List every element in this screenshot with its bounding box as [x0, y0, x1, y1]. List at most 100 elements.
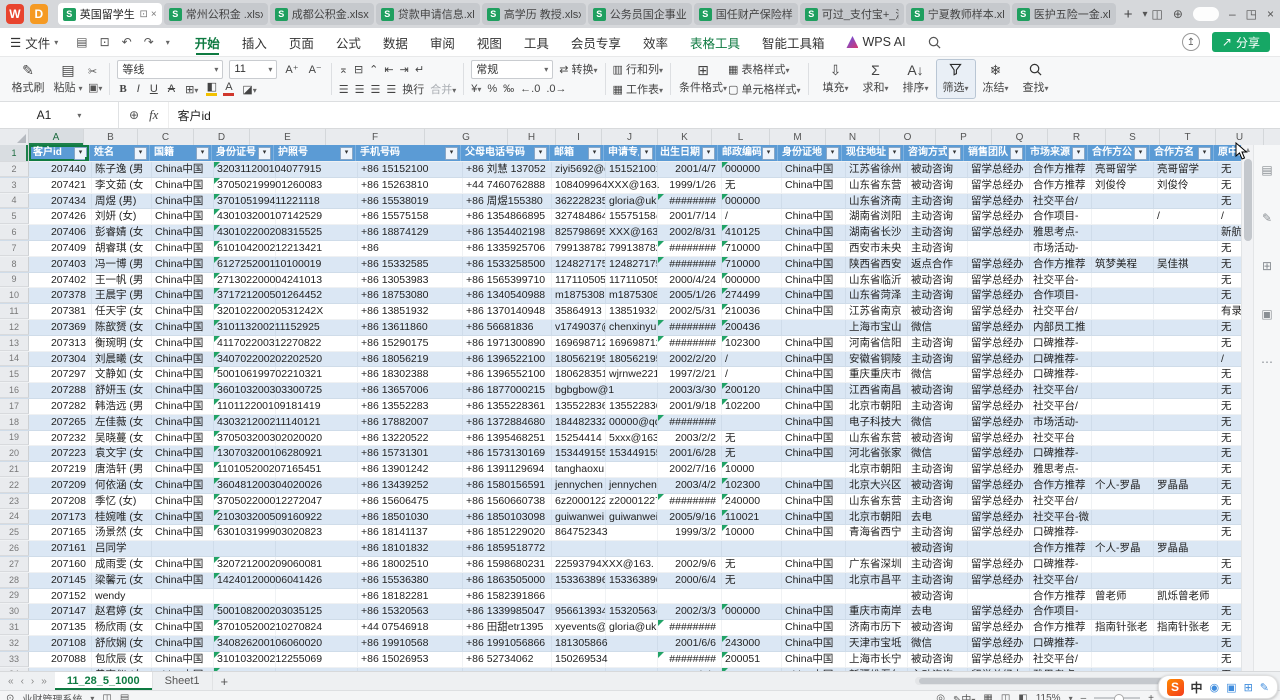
grid-cell[interactable]: China中国: [152, 304, 214, 319]
grid-cell[interactable]: 微信: [908, 320, 968, 335]
grid-cell[interactable]: 内部员工推: [1030, 320, 1092, 335]
grid-cell[interactable]: 合作方推荐: [1030, 257, 1092, 272]
grid-cell[interactable]: [1092, 383, 1154, 398]
grid-cell[interactable]: +86 1391129694: [463, 462, 552, 477]
font-color-button[interactable]: A: [223, 82, 234, 96]
grid-cell[interactable]: 117110505: [606, 273, 658, 288]
grid-cell[interactable]: +86 1339985047: [463, 604, 552, 619]
grid-cell[interactable]: [1092, 336, 1154, 351]
grid-cell[interactable]: 430102200208315525: [214, 225, 276, 240]
grid-cell[interactable]: 社交平台/: [1030, 399, 1092, 414]
sheet-tab-11_28_5_1000[interactable]: 11_28_5_1000: [55, 672, 153, 690]
grid-cell[interactable]: 207403: [29, 257, 92, 272]
grid-cell[interactable]: 207088: [29, 652, 92, 667]
grid-cell[interactable]: 罗晶晶: [1154, 541, 1218, 556]
grid-cell[interactable]: 胡睿琪 (女: [92, 241, 152, 256]
grid-cell[interactable]: 留学总经办: [968, 352, 1030, 367]
grid-cell[interactable]: [1154, 652, 1218, 667]
grid-cell[interactable]: 社交平台/: [1030, 494, 1092, 509]
grid-cell[interactable]: 无: [1218, 462, 1242, 477]
row-number[interactable]: 5: [0, 209, 29, 224]
grid-cell[interactable]: 无: [1218, 320, 1242, 335]
fx-icon[interactable]: fx: [149, 107, 158, 123]
grid-cell[interactable]: 李文茹 (女: [92, 178, 152, 193]
grid-cell[interactable]: 无: [1218, 241, 1242, 256]
grid-cell[interactable]: ########: [658, 320, 722, 335]
grid-cell[interactable]: 主动咨询: [908, 494, 968, 509]
grid-cell[interactable]: [1154, 383, 1218, 398]
grid-cell[interactable]: +86 13611860: [358, 320, 463, 335]
grid-cell[interactable]: [276, 541, 358, 556]
grid-cell[interactable]: China中国: [782, 604, 846, 619]
grid-cell[interactable]: 207147: [29, 604, 92, 619]
menu-item-审阅[interactable]: 审阅: [419, 28, 466, 56]
grid-cell[interactable]: 吕同学: [92, 541, 152, 556]
grid-cell[interactable]: 无: [722, 431, 782, 446]
column-letter-F[interactable]: F: [326, 129, 425, 145]
row-number[interactable]: 30: [0, 604, 29, 619]
prev-sheet-icon[interactable]: ‹: [21, 676, 24, 687]
lang-edit-icon[interactable]: ✎中▾: [953, 691, 975, 700]
grid-cell[interactable]: +44 07546918: [358, 620, 463, 635]
status-list-icon[interactable]: ▤: [120, 693, 129, 700]
grid-cell[interactable]: 唐浩轩 (男: [92, 462, 152, 477]
grid-cell[interactable]: China中国: [782, 620, 846, 635]
grid-cell[interactable]: 无: [722, 573, 782, 588]
grid-cell[interactable]: 207152: [29, 589, 92, 604]
justify-icon[interactable]: ☰: [386, 83, 396, 96]
grid-cell[interactable]: 207209: [29, 478, 92, 493]
grid-cell[interactable]: [1154, 352, 1218, 367]
grid-cell[interactable]: 合作方推荐: [1030, 478, 1092, 493]
header-cell-Q[interactable]: 合作方公▾: [1088, 145, 1150, 161]
grid-cell[interactable]: [1092, 225, 1154, 240]
grid-cell[interactable]: +86 13851932: [358, 304, 463, 319]
grid-cell[interactable]: 207369: [29, 320, 92, 335]
view-break-icon[interactable]: ◧: [1018, 693, 1027, 700]
filter-dropdown-icon[interactable]: ▾: [445, 147, 458, 160]
grid-cell[interactable]: 207108: [29, 636, 92, 651]
grid-cell[interactable]: 口碑推荐-: [1030, 336, 1092, 351]
increase-decimal-icon[interactable]: ←.0: [520, 83, 540, 95]
grid-cell[interactable]: 口碑推荐-: [1030, 367, 1092, 382]
grid-cell[interactable]: China中国: [152, 162, 214, 177]
grid-cell[interactable]: 留学总经办: [968, 636, 1030, 651]
grid-cell[interactable]: 上海市长宁: [846, 652, 908, 667]
column-letter-N[interactable]: N: [826, 129, 880, 145]
grid-cell[interactable]: 陈子逸 (男: [92, 162, 152, 177]
grid-cell[interactable]: 无: [1218, 494, 1242, 509]
grid-cell[interactable]: /: [1218, 209, 1242, 224]
grid-cell[interactable]: 411702200312270822: [214, 336, 276, 351]
grid-cell[interactable]: 无: [1218, 557, 1242, 572]
row-number[interactable]: 16: [0, 383, 29, 398]
grid-cell[interactable]: 留学总经办: [968, 194, 1030, 209]
select-all-corner[interactable]: [0, 129, 29, 145]
grid-cell[interactable]: [722, 541, 782, 556]
column-letter-Q[interactable]: Q: [992, 129, 1048, 145]
grid-cell[interactable]: 被动咨询: [908, 620, 968, 635]
grid-cell[interactable]: 142401200006041426: [214, 573, 276, 588]
ime-mode-label[interactable]: 中: [1191, 679, 1203, 696]
grid-cell[interactable]: [1092, 273, 1154, 288]
grid-cell[interactable]: 无: [1218, 367, 1242, 382]
grid-cell[interactable]: ziyi5692@q: [552, 162, 606, 177]
grid-cell[interactable]: 留学总经办: [968, 431, 1030, 446]
grid-cell[interactable]: 2001/6/6: [658, 636, 722, 651]
grid-cell[interactable]: 124827175: [552, 257, 606, 272]
grid-cell[interactable]: 207145: [29, 573, 92, 588]
grid-cell[interactable]: 135522836: [606, 399, 658, 414]
grid-cell[interactable]: 2003/2/2: [658, 431, 722, 446]
grid-cell[interactable]: [1092, 352, 1154, 367]
grid-cell[interactable]: 北京市昌平: [846, 573, 908, 588]
grid-cell[interactable]: 无: [722, 446, 782, 461]
undo-icon[interactable]: ↶: [122, 35, 132, 49]
grid-cell[interactable]: 留学总经办: [968, 225, 1030, 240]
grid-cell[interactable]: +86 18141137: [358, 525, 463, 540]
grid-cell[interactable]: China中国: [782, 525, 846, 540]
grid-cell[interactable]: 留学总经办: [968, 573, 1030, 588]
grid-cell[interactable]: +86 1370140948: [463, 304, 552, 319]
grid-cell[interactable]: 无: [1218, 288, 1242, 303]
column-letter-E[interactable]: E: [250, 129, 326, 145]
grid-cell[interactable]: 留学总经办: [968, 446, 1030, 461]
grid-cell[interactable]: 被动咨询: [908, 383, 968, 398]
grid-cell[interactable]: 留学总经办: [968, 510, 1030, 525]
